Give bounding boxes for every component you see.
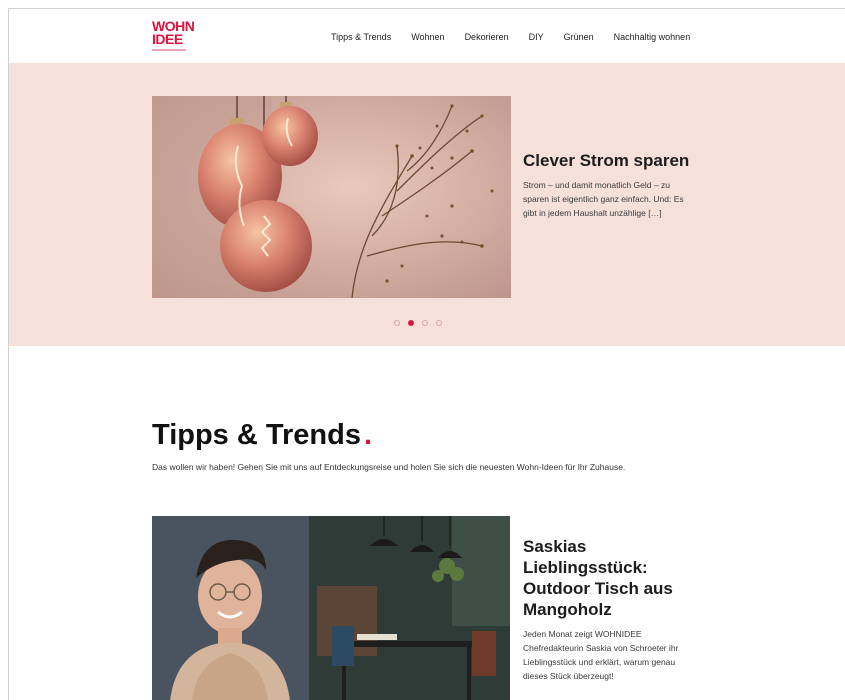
- slider-dot-3[interactable]: [422, 320, 428, 326]
- section-title-text: Tipps & Trends: [152, 419, 361, 451]
- section-title: Tipps & Trends.: [152, 419, 372, 452]
- article-excerpt: Jeden Monat zeigt WOHNIDEE Chefredakteur…: [523, 629, 679, 681]
- nav-item-gruenen[interactable]: Grünen: [564, 32, 594, 42]
- hero-slider: Clever Strom sparen Strom – und damit mo…: [9, 63, 845, 346]
- hero-teaser: Clever Strom sparen Strom – und damit mo…: [523, 150, 698, 220]
- article-teaser: Saskias Lieblingsstück: Outdoor Tisch au…: [523, 536, 693, 683]
- section-description: Das wollen wir haben! Gehen Sie mit uns …: [152, 462, 626, 472]
- hero-image-light-bulbs[interactable]: [152, 96, 511, 298]
- site-header: WOHN IDEE Tipps & Trends Wohnen Dekorier…: [9, 9, 845, 63]
- saskia-portrait-photo: [152, 516, 510, 700]
- slider-dot-4[interactable]: [436, 320, 442, 326]
- slider-pagination: [394, 320, 442, 326]
- logo-line-2: IDEE: [152, 31, 183, 47]
- slider-dot-1[interactable]: [394, 320, 400, 326]
- hero-excerpt: Strom – und damit monatlich Geld – zu sp…: [523, 180, 684, 218]
- browser-page: WOHN IDEE Tipps & Trends Wohnen Dekorier…: [8, 8, 845, 700]
- logo-tagline-mark: [152, 49, 186, 51]
- hero-title[interactable]: Clever Strom sparen: [523, 150, 698, 171]
- nav-item-nachhaltig-wohnen[interactable]: Nachhaltig wohnen: [614, 32, 691, 42]
- section-title-accent: .: [363, 419, 373, 451]
- nav-item-tipps-trends[interactable]: Tipps & Trends: [331, 32, 391, 42]
- light-bulbs-photo: [152, 96, 511, 298]
- main-navigation: Tipps & Trends Wohnen Dekorieren DIY Grü…: [331, 32, 710, 42]
- nav-item-diy[interactable]: DIY: [529, 32, 544, 42]
- nav-item-dekorieren[interactable]: Dekorieren: [465, 32, 509, 42]
- slider-dot-2-active[interactable]: [408, 320, 414, 326]
- wohnidee-logo[interactable]: WOHN IDEE: [152, 19, 195, 54]
- article-title[interactable]: Saskias Lieblingsstück: Outdoor Tisch au…: [523, 536, 693, 620]
- article-image[interactable]: [152, 516, 510, 700]
- nav-item-wohnen[interactable]: Wohnen: [411, 32, 444, 42]
